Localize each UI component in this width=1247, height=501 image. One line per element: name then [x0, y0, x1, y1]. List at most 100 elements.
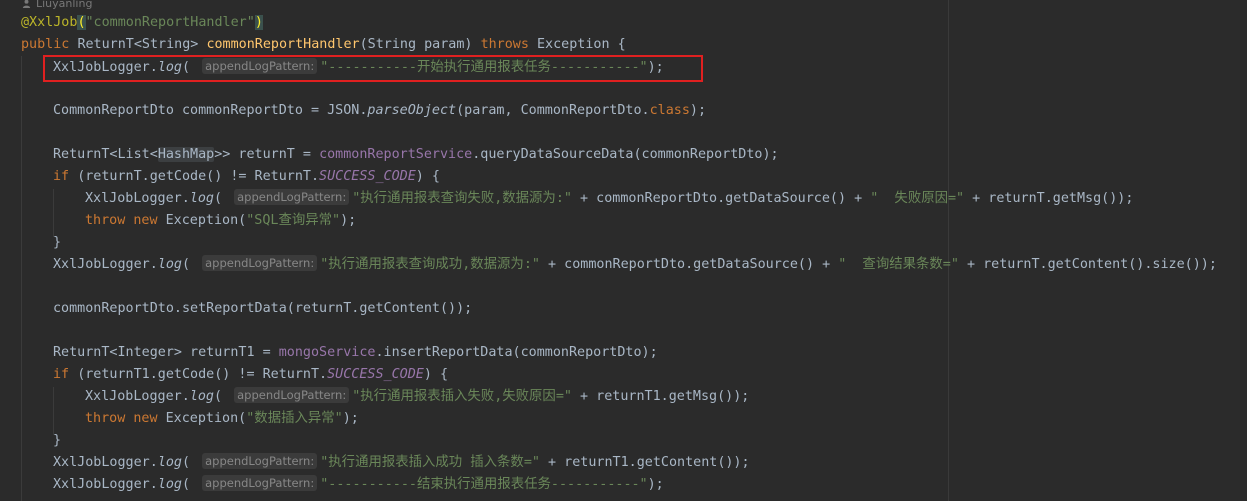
code-token: XxlJobLogger.: [53, 257, 158, 272]
code-token: );: [647, 477, 664, 492]
parameter-hint: appendLogPattern:: [202, 58, 318, 74]
string-literal: "SQL查询异常": [246, 213, 341, 228]
string-literal: "执行通用报表查询失败,数据源为:": [352, 191, 572, 206]
code-editor[interactable]: Liuyanling @XxlJob("commonReportHandler"…: [0, 0, 1247, 501]
code-token: >> returnT =: [214, 147, 320, 162]
string-literal: "-----------开始执行通用报表任务-----------": [320, 60, 648, 75]
method-call: log: [157, 455, 182, 470]
parameter-hint: appendLogPattern:: [202, 453, 318, 469]
code-token: (returnT1.getCode() != ReturnT.: [77, 367, 328, 382]
keyword-token: new: [133, 411, 166, 426]
string-literal: "执行通用报表插入成功 插入条数=": [320, 455, 540, 470]
code-line[interactable]: CommonReportDto commonReportDto = JSON.p…: [53, 101, 706, 121]
code-token: (: [214, 389, 231, 404]
code-token: );: [647, 60, 664, 75]
code-line[interactable]: }: [53, 233, 61, 253]
string-literal: "数据插入异常": [246, 411, 343, 426]
string-literal: " 失败原因=": [870, 191, 965, 206]
indent-guide: [53, 387, 54, 435]
code-token: + commonReportDto.getDataSource() +: [539, 257, 839, 272]
code-token: XxlJobLogger.: [53, 60, 158, 75]
string-literal: "commonReportHandler": [85, 15, 255, 30]
code-line[interactable]: XxlJobLogger.log( appendLogPattern: "执行通用…: [85, 387, 749, 407]
code-line[interactable]: }: [53, 431, 61, 451]
keyword-token: new: [133, 213, 166, 228]
code-line[interactable]: XxlJobLogger.log( appendLogPattern: "执行通用…: [53, 453, 750, 473]
code-token: + returnT.getMsg());: [964, 191, 1134, 206]
code-token: + returnT1.getContent());: [539, 455, 750, 470]
author-name: Liuyanling: [36, 0, 93, 10]
code-line[interactable]: XxlJobLogger.log( appendLogPattern: "执行通用…: [85, 189, 1133, 209]
string-literal: " 查询结果条数=": [838, 257, 959, 272]
indent-guide: [53, 189, 54, 237]
keyword-token: if: [53, 367, 78, 382]
keyword-token: class: [649, 103, 690, 118]
code-token: ) {: [415, 169, 440, 184]
constant-token: SUCCESS_CODE: [319, 169, 416, 184]
code-token: (: [182, 60, 199, 75]
code-author-hint[interactable]: Liuyanling: [22, 0, 92, 11]
annotation-token: @XxlJob: [21, 15, 78, 30]
code-token: XxlJobLogger.: [53, 477, 158, 492]
method-call: log: [157, 60, 182, 75]
code-line[interactable]: commonReportDto.setReportData(returnT.ge…: [53, 299, 472, 319]
code-token: (: [182, 477, 199, 492]
parameter-hint: appendLogPattern:: [234, 387, 350, 403]
code-token: (: [182, 455, 199, 470]
bracket-match: (: [77, 15, 86, 30]
code-token: Exception(: [165, 213, 247, 228]
code-token: ReturnT<Integer> returnT1 =: [53, 345, 279, 360]
code-line[interactable]: XxlJobLogger.log( appendLogPattern: "执行通用…: [53, 255, 1217, 275]
code-line[interactable]: throw new Exception("SQL查询异常");: [85, 211, 356, 231]
code-token: XxlJobLogger.: [85, 389, 190, 404]
method-name: commonReportHandler: [206, 37, 360, 52]
code-token: (returnT.getCode() != ReturnT.: [77, 169, 320, 184]
parameter-hint: appendLogPattern:: [202, 255, 318, 271]
field-token: mongoService: [278, 345, 376, 360]
field-token: commonReportService: [319, 147, 473, 162]
code-line[interactable]: throw new Exception("数据插入异常");: [85, 409, 359, 429]
code-token: + returnT1.getMsg());: [571, 389, 750, 404]
code-token: }: [53, 433, 62, 448]
keyword-token: if: [53, 169, 78, 184]
method-call: log: [157, 257, 182, 272]
keyword-token: public: [21, 37, 78, 52]
code-token: (String param): [359, 37, 481, 52]
right-margin-guide: [948, 0, 949, 501]
code-line[interactable]: if (returnT.getCode() != ReturnT.SUCCESS…: [53, 167, 440, 187]
code-token: );: [689, 103, 707, 118]
string-literal: "-----------结束执行通用报表任务-----------": [320, 477, 648, 492]
parameter-hint: appendLogPattern:: [234, 189, 350, 205]
code-token: Exception {: [537, 37, 626, 52]
code-token: .queryDataSourceData(commonReportDto);: [472, 147, 779, 162]
code-line[interactable]: ReturnT<Integer> returnT1 = mongoService…: [53, 343, 658, 363]
code-line[interactable]: @XxlJob("commonReportHandler"): [21, 13, 263, 33]
method-call: parseObject: [367, 103, 457, 118]
code-token: (param,: [456, 103, 521, 118]
method-call: log: [157, 477, 182, 492]
code-token: XxlJobLogger.: [85, 191, 190, 206]
code-line[interactable]: public ReturnT<String> commonReportHandl…: [21, 35, 626, 55]
method-call: log: [189, 191, 214, 206]
code-token: + commonReportDto.getDataSource() +: [571, 191, 871, 206]
keyword-token: throw: [85, 411, 134, 426]
code-token: CommonReportDto commonReportDto = JSON.: [53, 103, 368, 118]
string-literal: "执行通用报表查询成功,数据源为:": [320, 257, 540, 272]
code-token: + returnT.getContent().size());: [958, 257, 1217, 272]
code-token: commonReportDto.setReportData(returnT.ge…: [53, 301, 473, 316]
code-line[interactable]: ReturnT<List<HashMap>> returnT = commonR…: [53, 145, 779, 165]
code-line[interactable]: if (returnT1.getCode() != ReturnT.SUCCES…: [53, 365, 448, 385]
bracket-match: ): [254, 15, 263, 30]
code-line[interactable]: XxlJobLogger.log( appendLogPattern: "----…: [53, 475, 664, 495]
code-token: );: [340, 213, 357, 228]
code-token: Exception(: [165, 411, 247, 426]
code-line[interactable]: XxlJobLogger.log( appendLogPattern: "----…: [53, 58, 664, 78]
indent-guide: [21, 56, 22, 501]
keyword-token: throw: [85, 213, 134, 228]
constant-token: SUCCESS_CODE: [327, 367, 424, 382]
code-token: (: [182, 257, 199, 272]
code-token: (: [214, 191, 231, 206]
code-token: CommonReportDto.: [520, 103, 650, 118]
person-icon: [22, 0, 31, 8]
code-token: ) {: [423, 367, 449, 382]
